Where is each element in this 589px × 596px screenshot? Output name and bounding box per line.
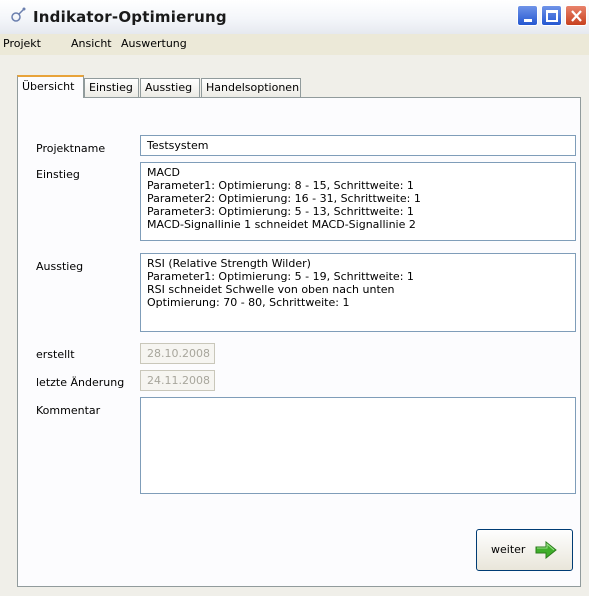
window-title: Indikator-Optimierung — [33, 8, 227, 26]
maximize-button[interactable] — [541, 5, 562, 26]
client-area: Übersicht Einstieg Ausstieg Handelsoptio… — [0, 55, 589, 596]
weiter-button[interactable]: weiter — [476, 529, 573, 571]
arrow-right-icon — [535, 540, 557, 562]
einstieg-textarea[interactable]: MACD Parameter1: Optimierung: 8 - 15, Sc… — [140, 162, 576, 241]
projektname-input[interactable]: Testsystem — [140, 135, 576, 156]
minimize-button[interactable] — [517, 5, 538, 26]
menu-auswertung[interactable]: Auswertung — [121, 37, 187, 50]
close-button[interactable] — [565, 5, 587, 26]
einstieg-label: Einstieg — [36, 168, 80, 181]
menu-projekt[interactable]: Projekt — [3, 37, 41, 50]
menu-ansicht[interactable]: Ansicht — [71, 37, 112, 50]
kommentar-textarea[interactable] — [140, 397, 576, 494]
ausstieg-label: Ausstieg — [36, 260, 84, 273]
kommentar-label: Kommentar — [36, 404, 101, 417]
app-icon — [10, 7, 26, 23]
weiter-button-label: weiter — [491, 543, 526, 556]
title-bar[interactable]: Indikator-Optimierung — [0, 0, 589, 35]
tab-einstieg[interactable]: Einstieg — [84, 78, 139, 97]
menu-bar: Projekt Ansicht Auswertung — [0, 34, 589, 56]
overview-panel: Projektname Testsystem Einstieg MACD Par… — [17, 97, 581, 587]
tab-ausstieg[interactable]: Ausstieg — [140, 78, 200, 97]
letzte-aenderung-label: letzte Änderung — [36, 376, 125, 389]
ausstieg-textarea[interactable]: RSI (Relative Strength Wilder) Parameter… — [140, 253, 576, 332]
app-window: Indikator-Optimierung Projekt Ansicht Au… — [0, 0, 589, 596]
erstellt-field: 28.10.2008 — [140, 343, 215, 364]
projektname-label: Projektname — [36, 142, 106, 155]
tab-uebersicht[interactable]: Übersicht — [17, 75, 84, 98]
erstellt-label: erstellt — [36, 348, 75, 361]
tab-handelsoptionen[interactable]: Handelsoptionen — [201, 78, 301, 97]
letzte-aenderung-field: 24.11.2008 — [140, 370, 215, 391]
